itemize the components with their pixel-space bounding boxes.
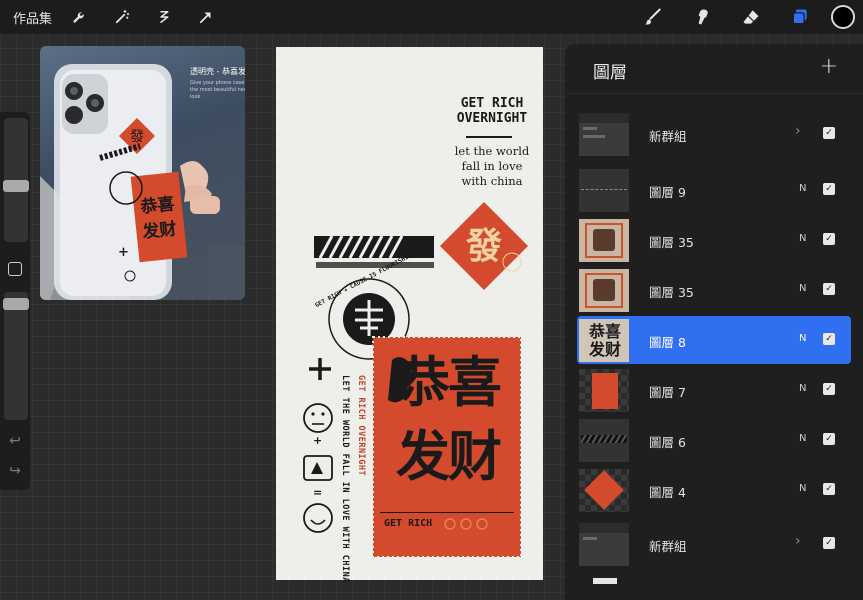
layer-thumbnail xyxy=(579,269,629,312)
opacity-slider[interactable] xyxy=(4,292,28,420)
modify-button[interactable] xyxy=(8,262,22,276)
visibility-checkbox[interactable]: ✓ xyxy=(823,183,835,195)
canvas-heading: GET RICH OVERNIGHT xyxy=(456,96,528,126)
opacity-thumb[interactable] xyxy=(3,298,29,310)
canvas-tagline: let the world fall in love with china xyxy=(454,144,530,188)
visibility-checkbox[interactable]: ✓ xyxy=(823,127,835,139)
layer-row-group[interactable]: 新群組 › ✓ xyxy=(577,110,851,158)
eraser-icon[interactable] xyxy=(736,2,766,32)
blend-mode[interactable]: N xyxy=(799,433,806,444)
group-thumbnail xyxy=(579,523,629,566)
chevron-right-icon[interactable]: › xyxy=(795,123,801,139)
blend-mode[interactable]: N xyxy=(799,333,806,344)
layer-thumbnail: 恭喜 发财 xyxy=(579,319,629,362)
layer-thumbnail xyxy=(579,169,629,212)
layer-row[interactable]: 圖層 9 N ✓ xyxy=(577,166,851,214)
chevron-right-icon[interactable]: › xyxy=(795,533,801,549)
add-layer-button[interactable]: + xyxy=(820,56,838,78)
vertical-slogan: LET THE WORLD FALL IN LOVE WITH CHINA xyxy=(340,375,350,583)
layer-name: 圖層 8 xyxy=(649,335,686,350)
layer-row[interactable]: 圖層 4 N ✓ xyxy=(577,466,851,514)
layer-name: 新群組 xyxy=(649,129,687,144)
small-equals: = xyxy=(313,486,323,499)
brush-size-thumb[interactable] xyxy=(3,180,29,192)
svg-text:发财: 发财 xyxy=(140,218,177,243)
right-tools xyxy=(619,0,855,34)
layer-thumbnail xyxy=(579,469,629,512)
transform-arrow-icon[interactable] xyxy=(192,3,220,31)
vertical-slogan-red: GET RICH OVERNIGHT xyxy=(356,375,366,477)
layer-row[interactable]: 圖層 6 N ✓ xyxy=(577,416,851,464)
layer-thumbnail xyxy=(579,369,629,412)
wrench-icon[interactable] xyxy=(66,3,94,31)
visibility-checkbox[interactable]: ✓ xyxy=(823,537,835,549)
svg-text:發: 發 xyxy=(130,129,144,145)
layers-title: 圖層 xyxy=(593,63,627,83)
small-plus: + xyxy=(313,434,323,447)
layer-name: 圖層 35 xyxy=(649,235,694,250)
visibility-checkbox[interactable]: ✓ xyxy=(823,383,835,395)
blend-mode[interactable]: N xyxy=(799,383,806,394)
blend-mode[interactable]: N xyxy=(799,183,806,194)
visibility-checkbox[interactable]: ✓ xyxy=(823,283,835,295)
layer-name: 圖層 7 xyxy=(649,385,686,400)
selection-icon[interactable] xyxy=(150,3,178,31)
smudge-icon[interactable] xyxy=(687,2,717,32)
layer-thumbnail xyxy=(579,419,629,462)
layer-name: 新群組 xyxy=(649,539,687,554)
undo-icon[interactable]: ↩ xyxy=(7,434,23,448)
reference-title: 透明壳 - 恭喜发 xyxy=(190,67,245,76)
visibility-checkbox[interactable]: ✓ xyxy=(823,333,835,345)
visibility-checkbox[interactable]: ✓ xyxy=(823,483,835,495)
blend-mode[interactable]: N xyxy=(799,233,806,244)
magic-wand-icon[interactable] xyxy=(108,3,136,31)
blend-mode[interactable]: N xyxy=(799,283,806,294)
layer-row[interactable]: 圖層 35 N ✓ xyxy=(577,216,851,264)
visibility-checkbox[interactable]: ✓ xyxy=(823,233,835,245)
group-thumbnail xyxy=(579,113,629,156)
top-toolbar: 作品集 xyxy=(0,0,863,34)
ticket-characters: 恭喜发财 xyxy=(396,351,502,488)
brush-icon[interactable] xyxy=(638,2,668,32)
layer-row-group[interactable]: 新群組 › ✓ xyxy=(577,520,851,568)
next-layer-peek xyxy=(593,578,617,584)
visibility-checkbox[interactable]: ✓ xyxy=(823,433,835,445)
blend-mode[interactable]: N xyxy=(799,483,806,494)
heading-divider xyxy=(466,136,512,138)
svg-text:恭喜: 恭喜 xyxy=(138,193,175,218)
layers-header: 圖層 + xyxy=(565,44,863,94)
layer-thumbnail xyxy=(579,219,629,262)
ticket-divider xyxy=(380,512,514,513)
layer-name: 圖層 35 xyxy=(649,285,694,300)
reference-image[interactable]: 發 恭喜 发财 + 透明壳 - 恭喜发 Give your phone case… xyxy=(40,46,245,300)
layer-row-selected[interactable]: 恭喜 发财 圖層 8 N ✓ xyxy=(577,316,851,364)
layer-name: 圖層 4 xyxy=(649,485,686,500)
layer-name: 圖層 6 xyxy=(649,435,686,450)
layers-icon[interactable] xyxy=(785,2,815,32)
layer-row[interactable]: 圖層 7 N ✓ xyxy=(577,366,851,414)
layers-panel: 圖層 + 新群組 › ✓ 圖層 9 N ✓ 圖層 35 N ✓ 圖層 35 N … xyxy=(565,44,863,600)
diamond-character: 發 xyxy=(465,225,502,267)
reference-subtitle: Give your phone case the most beautiful … xyxy=(190,80,245,100)
layer-row[interactable]: 圖層 35 N ✓ xyxy=(577,266,851,314)
drawing-canvas[interactable] xyxy=(276,47,543,580)
redo-icon[interactable]: ↪ xyxy=(7,464,23,478)
left-sidebar: ↩ ↪ xyxy=(0,112,30,490)
svg-text:+: + xyxy=(118,245,129,260)
current-color-swatch[interactable] xyxy=(831,5,855,29)
gallery-button[interactable]: 作品集 xyxy=(13,8,52,27)
ticket-label: GET RICH xyxy=(384,518,433,529)
layer-name: 圖層 9 xyxy=(649,185,686,200)
